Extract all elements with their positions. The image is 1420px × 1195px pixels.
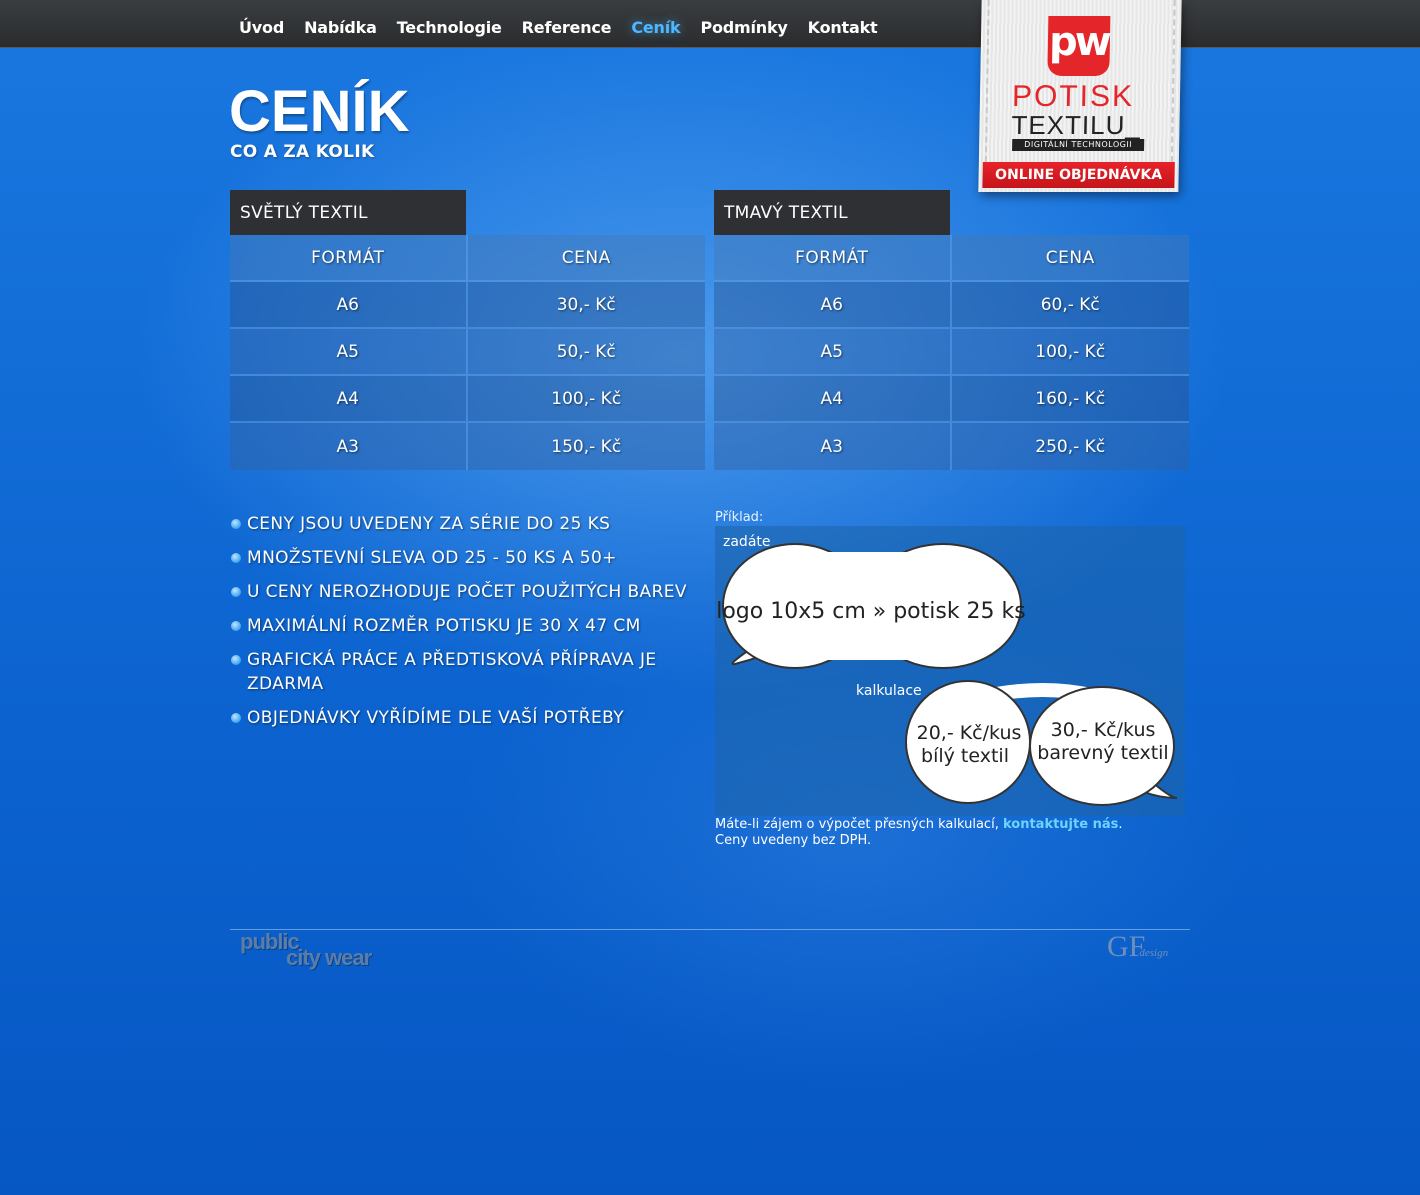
info-period: . — [1118, 817, 1123, 832]
vat-note: Ceny uvedeny bez DPH. — [715, 833, 872, 848]
list-item: OBJEDNÁVKY VYŘÍDÍME DLE VAŠÍ POTŘEBY — [231, 706, 701, 730]
online-order-button[interactable]: ONLINE OBJEDNÁVKA — [982, 162, 1175, 188]
price-cell: 250,- Kč — [951, 423, 1189, 470]
price-cell: 160,- Kč — [951, 376, 1189, 423]
logo-word-citywear: city wear — [286, 945, 372, 970]
format-cell: A6 — [714, 282, 952, 329]
logo-tagline: DIGITÁLNÍ TECHNOLOGII — [1012, 139, 1145, 151]
bullet-icon — [231, 553, 241, 563]
column-header-price: CENA — [951, 235, 1189, 282]
nav-item-uvod[interactable]: Úvod — [229, 0, 294, 48]
column-header-format: FORMÁT — [230, 235, 468, 282]
nav-item-technologie[interactable]: Technologie — [387, 0, 512, 48]
note-text: MAXIMÁLNÍ ROZMĚR POTISKU JE 30 X 47 CM — [247, 616, 641, 636]
white-textile-label: bílý textil — [921, 745, 1009, 767]
table-title-light: SVĚTLÝ TEXTIL — [230, 190, 466, 235]
brand-logo-icon: pw — [1047, 16, 1111, 76]
bullet-icon — [231, 519, 241, 529]
top-navigation-bar: Úvod Nabídka Technologie Reference Ceník… — [0, 0, 1420, 48]
example-info: Máte-li zájem o výpočet přesných kalkula… — [715, 817, 1122, 849]
list-item: MAXIMÁLNÍ ROZMĚR POTISKU JE 30 X 47 CM — [231, 614, 701, 638]
page-subtitle: CO A ZA KOLIK — [230, 142, 375, 162]
format-cell: A4 — [230, 376, 468, 423]
column-header-price: CENA — [467, 235, 705, 282]
contact-us-link[interactable]: kontaktujte nás — [1003, 817, 1118, 832]
example-panel: zadáte logo 10x5 cm » potisk 25 ks 20,- … — [715, 526, 1185, 816]
color-textile-label: barevný textil — [1037, 742, 1168, 764]
nav-item-reference[interactable]: Reference — [512, 0, 622, 48]
main-nav: Úvod Nabídka Technologie Reference Ceník… — [229, 0, 888, 48]
gf-design-logo[interactable]: GFdesign — [1107, 930, 1168, 964]
nav-item-podminky[interactable]: Podmínky — [690, 0, 797, 48]
price-table-light: FORMÁT CENA A6 30,- Kč A5 50,- Kč A4 100… — [230, 235, 705, 470]
price-cell: 100,- Kč — [467, 376, 705, 423]
nav-item-cenik[interactable]: Ceník — [621, 0, 690, 48]
logo-word-potisk: POTISK — [1011, 80, 1135, 113]
bullet-icon — [231, 621, 241, 631]
note-text: OBJEDNÁVKY VYŘÍDÍME DLE VAŠÍ POTŘEBY — [247, 708, 625, 728]
note-text: GRAFICKÁ PRÁCE A PŘEDTISKOVÁ PŘÍPRAVA JE… — [247, 650, 657, 694]
speech-bubbles-illustration: logo 10x5 cm » potisk 25 ks 20,- Kč/kus … — [716, 543, 1178, 806]
footer-divider — [230, 929, 1190, 930]
list-item: U CENY NEROZHODUJE POČET POUŽITÝCH BAREV — [231, 580, 701, 604]
note-text: MNOŽSTEVNÍ SLEVA OD 25 - 50 KS A 50+ — [247, 548, 617, 568]
price-block-dark: TMAVÝ TEXTIL FORMÁT CENA A6 60,- Kč A5 1… — [714, 190, 1189, 470]
color-textile-price: 30,- Kč/kus — [1051, 719, 1156, 741]
note-text: U CENY NEROZHODUJE POČET POUŽITÝCH BAREV — [247, 582, 687, 602]
price-cell: 150,- Kč — [467, 423, 705, 470]
format-cell: A4 — [714, 376, 952, 423]
bullet-icon — [231, 713, 241, 723]
format-cell: A3 — [714, 423, 952, 470]
price-cell: 50,- Kč — [467, 329, 705, 376]
table-title-dark: TMAVÝ TEXTIL — [714, 190, 950, 235]
designer-sub: design — [1139, 947, 1169, 959]
info-text: Máte-li zájem o výpočet přesných kalkula… — [715, 817, 1003, 832]
nav-item-kontakt[interactable]: Kontakt — [798, 0, 888, 48]
price-cell: 100,- Kč — [951, 329, 1189, 376]
format-cell: A6 — [230, 282, 468, 329]
price-block-light: SVĚTLÝ TEXTIL FORMÁT CENA A6 30,- Kč A5 … — [230, 190, 705, 470]
logo-word-textilu: TEXTILU_ — [1011, 110, 1142, 140]
table-row: A6 60,- Kč — [714, 282, 1189, 329]
format-cell: A5 — [714, 329, 952, 376]
table-row: A3 250,- Kč — [714, 423, 1189, 470]
pricing-notes-list: CENY JSOU UVEDENY ZA SÉRIE DO 25 KS MNOŽ… — [231, 512, 701, 740]
example-calculation-label: kalkulace — [856, 683, 922, 699]
publicity-wear-logo[interactable]: public city wear — [240, 931, 372, 970]
list-item: CENY JSOU UVEDENY ZA SÉRIE DO 25 KS — [231, 512, 701, 536]
bullet-icon — [231, 587, 241, 597]
price-cell: 60,- Kč — [951, 282, 1189, 329]
table-row: A6 30,- Kč — [230, 282, 705, 329]
price-cell: 30,- Kč — [467, 282, 705, 329]
note-text: CENY JSOU UVEDENY ZA SÉRIE DO 25 KS — [247, 514, 611, 534]
nav-item-nabidka[interactable]: Nabídka — [294, 0, 387, 48]
input-bubble-text: logo 10x5 cm » potisk 25 ks — [716, 599, 1026, 624]
bullet-icon — [231, 655, 241, 665]
table-row: A4 160,- Kč — [714, 376, 1189, 423]
column-header-format: FORMÁT — [714, 235, 952, 282]
table-row: A3 150,- Kč — [230, 423, 705, 470]
list-item: GRAFICKÁ PRÁCE A PŘEDTISKOVÁ PŘÍPRAVA JE… — [231, 648, 701, 696]
format-cell: A3 — [230, 423, 468, 470]
table-row: A5 50,- Kč — [230, 329, 705, 376]
price-table-dark: FORMÁT CENA A6 60,- Kč A5 100,- Kč A4 16… — [714, 235, 1189, 470]
list-item: MNOŽSTEVNÍ SLEVA OD 25 - 50 KS A 50+ — [231, 546, 701, 570]
page-title: CENÍK — [229, 79, 410, 144]
table-row: A5 100,- Kč — [714, 329, 1189, 376]
format-cell: A5 — [230, 329, 468, 376]
logo-tag[interactable]: pw POTISK TEXTILU_ DIGITÁLNÍ TECHNOLOGII… — [978, 0, 1182, 192]
example-label: Příklad: — [715, 510, 764, 525]
white-textile-price: 20,- Kč/kus — [917, 722, 1022, 744]
table-row: A4 100,- Kč — [230, 376, 705, 423]
